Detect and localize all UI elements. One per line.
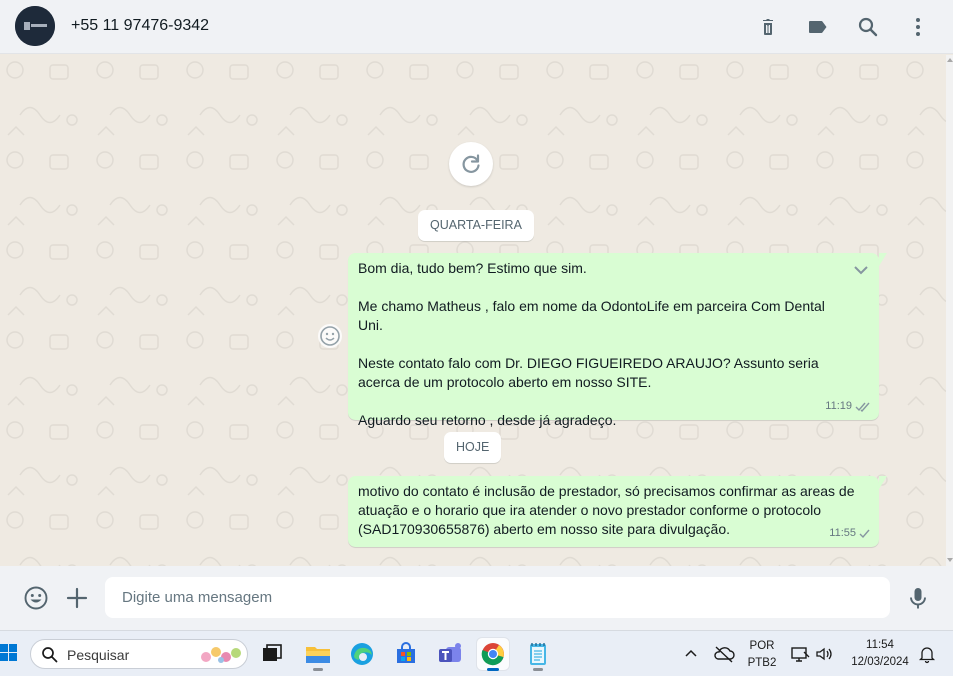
chat-header: +55 11 97476-9342 xyxy=(0,0,953,54)
outgoing-message[interactable]: Bom dia, tudo bem? Estimo que sim. Me ch… xyxy=(348,253,887,428)
contact-name[interactable]: +55 11 97476-9342 xyxy=(71,17,209,35)
task-view-icon[interactable] xyxy=(256,638,288,670)
emoji-reaction-icon[interactable] xyxy=(318,324,342,348)
clock-time[interactable]: 11:54 xyxy=(850,639,910,651)
emoji-icon[interactable] xyxy=(23,585,49,611)
app-running-indicator xyxy=(313,668,323,671)
windows-taskbar: Pesquisar POR PTB2 11:54 12/03/2024 xyxy=(0,630,953,676)
keyboard-layout[interactable]: PTB2 xyxy=(746,657,778,669)
windows-start-icon[interactable] xyxy=(0,642,22,664)
date-chip: HOJE xyxy=(444,432,502,463)
chrome-browser-icon[interactable] xyxy=(477,638,509,670)
bubble-tail xyxy=(879,476,887,489)
search-icon xyxy=(42,647,58,663)
message-composer xyxy=(0,566,953,630)
search-highlight-flowers-icon xyxy=(201,647,241,663)
label-icon[interactable] xyxy=(806,15,830,39)
network-icon[interactable] xyxy=(790,644,810,664)
onedrive-offline-icon[interactable] xyxy=(713,644,735,664)
message-text: Bom dia, tudo bem? Estimo que sim. Me ch… xyxy=(358,260,825,428)
chat-scrollbar[interactable] xyxy=(946,55,953,566)
menu-icon[interactable] xyxy=(906,15,930,39)
message-meta: 11:19 xyxy=(825,397,871,416)
search-icon[interactable] xyxy=(856,15,880,39)
volume-icon[interactable] xyxy=(814,644,834,664)
single-check-icon xyxy=(859,529,870,539)
taskbar-search[interactable]: Pesquisar xyxy=(30,639,248,669)
chat-panel: QUARTA-FEIRA Bom dia, tudo bem? Estimo q… xyxy=(0,55,946,566)
scroll-down-arrow-icon[interactable] xyxy=(946,558,953,562)
notification-bell-icon[interactable] xyxy=(917,644,937,664)
attach-plus-icon[interactable] xyxy=(64,585,90,611)
outgoing-message[interactable]: motivo do contato é inclusão de prestado… xyxy=(348,476,887,547)
date-chip: QUARTA-FEIRA xyxy=(418,210,534,241)
app-running-indicator xyxy=(533,668,543,671)
message-text: motivo do contato é inclusão de prestado… xyxy=(358,483,859,537)
message-input[interactable] xyxy=(105,577,890,618)
notepad-icon[interactable] xyxy=(522,638,554,670)
teams-icon[interactable] xyxy=(434,638,466,670)
message-meta: 11:55 xyxy=(829,524,871,543)
microphone-icon[interactable] xyxy=(905,585,931,611)
chevron-up-icon[interactable] xyxy=(682,645,700,663)
file-explorer-icon[interactable] xyxy=(302,638,334,670)
input-language[interactable]: POR xyxy=(746,640,778,652)
scroll-up-arrow-icon[interactable] xyxy=(946,58,953,62)
message-time: 11:19 xyxy=(825,400,852,412)
edge-browser-icon[interactable] xyxy=(346,638,378,670)
search-placeholder: Pesquisar xyxy=(67,647,130,663)
app-active-indicator xyxy=(487,668,499,671)
double-check-icon xyxy=(855,402,870,412)
microsoft-store-icon[interactable] xyxy=(390,638,422,670)
chevron-down-icon[interactable] xyxy=(852,261,870,279)
contact-avatar[interactable] xyxy=(15,6,55,46)
clock-date[interactable]: 12/03/2024 xyxy=(843,656,917,668)
bubble-tail xyxy=(879,253,887,266)
message-time: 11:55 xyxy=(829,527,856,539)
load-older-messages-button[interactable] xyxy=(449,142,493,186)
delete-icon[interactable] xyxy=(756,15,780,39)
